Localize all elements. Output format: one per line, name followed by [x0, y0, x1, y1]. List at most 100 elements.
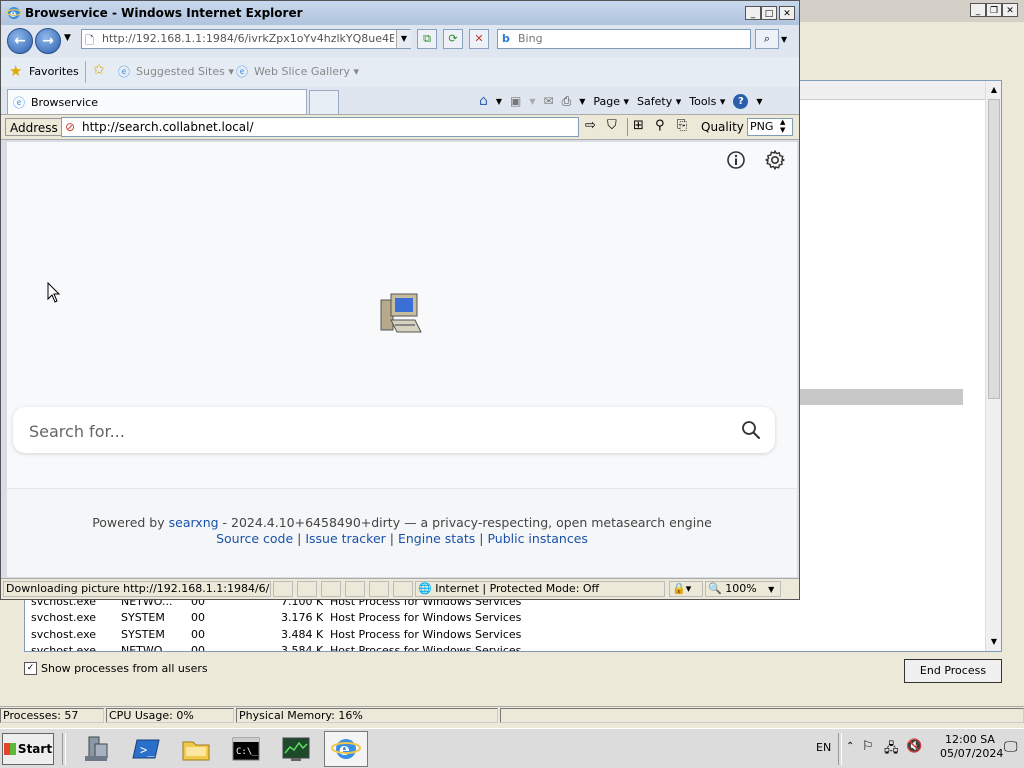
- ie-page-icon: ⓔ: [13, 96, 26, 110]
- close-icon[interactable]: ✕: [1002, 3, 1018, 17]
- refresh-icon[interactable]: ⟳: [443, 29, 463, 49]
- help-icon[interactable]: ?: [733, 93, 749, 109]
- insecure-icon: ⊘: [65, 120, 76, 134]
- search-input[interactable]: [27, 417, 711, 445]
- command-bar: ⌂ ▼ ▣ ▼ ✉ ⎙ ▼ Page ▾ Safety ▾ Tools ▾ ? …: [479, 91, 763, 111]
- maximize-icon[interactable]: □: [761, 6, 777, 20]
- tools-menu[interactable]: Tools ▾: [689, 95, 725, 108]
- process-list-scrollbar[interactable]: ▲ ▼: [985, 81, 1001, 651]
- protected-mode-lock-icon[interactable]: 🔒▾: [669, 581, 703, 597]
- restore-icon[interactable]: ❐: [986, 3, 1002, 17]
- process-memory: 3.176 K: [281, 611, 324, 624]
- forward-icon[interactable]: →: [35, 28, 61, 54]
- scroll-up-icon[interactable]: ▲: [987, 83, 1001, 97]
- favorites-button[interactable]: Favorites: [29, 65, 79, 78]
- powershell-icon[interactable]: >_: [124, 731, 168, 767]
- home-icon[interactable]: ⌂: [479, 93, 488, 109]
- command-prompt-icon[interactable]: C:\_: [224, 731, 268, 767]
- end-process-button[interactable]: End Process: [904, 659, 1002, 683]
- find-icon[interactable]: ⊞: [633, 118, 644, 133]
- bing-search-box[interactable]: b Bing: [497, 29, 751, 49]
- process-description: Host Process for Windows Services: [330, 611, 522, 624]
- web-slice-gallery-link[interactable]: Web Slice Gallery ▾: [254, 65, 359, 78]
- zoom-level: 100%: [725, 582, 757, 595]
- searxng-link[interactable]: searxng: [169, 515, 219, 530]
- address-bar[interactable]: 🗋 http://192.168.1.1:1984/6/ivrkZpx1oYv4…: [81, 29, 411, 49]
- spin-down-icon[interactable]: ▼: [780, 126, 785, 134]
- quality-select[interactable]: PNG ▲ ▼: [747, 118, 793, 136]
- settings-gear-icon[interactable]: [764, 149, 786, 171]
- feeds-dropdown-icon[interactable]: ▼: [529, 97, 535, 106]
- feeds-icon[interactable]: ▣: [510, 94, 521, 108]
- address-dropdown-icon[interactable]: ▼: [396, 30, 411, 48]
- clock-date: 05/07/2024: [940, 747, 1004, 760]
- public-instances-link[interactable]: Public instances: [487, 531, 587, 546]
- add-favorites-icon[interactable]: ✩: [93, 62, 105, 78]
- favorites-star-icon[interactable]: ★: [9, 62, 22, 80]
- print-dropdown-icon[interactable]: ▼: [579, 97, 585, 106]
- status-text: Downloading picture http://192.168.1.1:1…: [3, 581, 271, 597]
- home-dropdown-icon[interactable]: ▼: [496, 97, 502, 106]
- volume-muted-icon[interactable]: 🔇: [906, 739, 922, 754]
- taskbar-divider: [62, 733, 66, 765]
- binoculars-icon[interactable]: ⚲: [655, 118, 665, 133]
- issue-tracker-link[interactable]: Issue tracker: [305, 531, 386, 546]
- browservice-toolbar: Address ⊘ http://search.collabnet.local/…: [1, 114, 799, 140]
- language-indicator[interactable]: EN: [816, 741, 831, 754]
- zoom-dropdown-icon[interactable]: ▼: [768, 585, 774, 594]
- spin-up-icon[interactable]: ▲: [780, 118, 785, 126]
- show-desktop-icon[interactable]: 🖵: [1004, 739, 1018, 755]
- task-manager-icon[interactable]: [274, 731, 318, 767]
- mouse-cursor-icon: [47, 282, 61, 303]
- go-icon[interactable]: ⇨: [585, 118, 596, 133]
- address-url[interactable]: http://192.168.1.1:1984/6/ivrkZpx1oYv4hz…: [102, 32, 394, 45]
- inner-url[interactable]: http://search.collabnet.local/: [82, 120, 254, 134]
- read-mail-icon[interactable]: ✉: [544, 94, 554, 108]
- window-title: Browservice - Windows Internet Explorer: [25, 6, 303, 20]
- minimize-icon[interactable]: _: [745, 6, 761, 20]
- zoom-control[interactable]: 🔍 100% ▼: [705, 581, 781, 597]
- internet-explorer-icon[interactable]: e: [324, 731, 368, 767]
- ie-page-icon: ⓔ: [236, 65, 249, 79]
- scroll-down-icon[interactable]: ▼: [987, 635, 1001, 649]
- suggested-sites-link[interactable]: Suggested Sites ▾: [136, 65, 234, 78]
- bookmark-icon[interactable]: ⛉: [607, 118, 617, 133]
- server-manager-icon[interactable]: [74, 731, 118, 767]
- search-options-dropdown-icon[interactable]: ▼: [781, 35, 787, 44]
- source-code-link[interactable]: Source code: [216, 531, 293, 546]
- security-zone[interactable]: 🌐 Internet | Protected Mode: Off: [415, 581, 665, 597]
- chevron-up-icon[interactable]: ⌃: [846, 741, 854, 752]
- new-tab-button[interactable]: [309, 90, 339, 114]
- checkmark-icon[interactable]: ✓: [24, 661, 37, 675]
- back-icon[interactable]: ←: [7, 28, 33, 54]
- engine-stats-link[interactable]: Engine stats: [398, 531, 475, 546]
- tab-browservice[interactable]: ⓔ Browservice: [7, 89, 307, 114]
- minimize-icon[interactable]: _: [970, 3, 986, 17]
- stop-icon[interactable]: ✕: [469, 29, 489, 49]
- start-label: Start: [17, 742, 53, 756]
- network-icon[interactable]: 🖧: [884, 739, 899, 761]
- flag-icon[interactable]: ⚐: [862, 739, 874, 754]
- tray-divider: [838, 733, 842, 765]
- search-icon[interactable]: ⌕: [755, 29, 779, 49]
- explorer-folder-icon[interactable]: [174, 731, 218, 767]
- help-dropdown-icon[interactable]: ▼: [756, 97, 762, 106]
- safety-menu[interactable]: Safety ▾: [637, 95, 681, 108]
- clock[interactable]: 12:00 SA 05/07/2024: [940, 733, 1004, 761]
- show-all-processes-checkbox[interactable]: ✓ Show processes from all users: [24, 660, 208, 676]
- compatibility-view-icon[interactable]: ⧉: [417, 29, 437, 49]
- inner-address-field[interactable]: ⊘ http://search.collabnet.local/: [61, 117, 579, 137]
- clipboard-icon[interactable]: ⎘: [677, 118, 687, 133]
- scroll-thumb[interactable]: [988, 99, 1000, 399]
- search-icon[interactable]: [741, 420, 761, 440]
- page-menu[interactable]: Page ▾: [593, 95, 629, 108]
- start-button[interactable]: Start: [2, 733, 54, 765]
- print-icon[interactable]: ⎙: [562, 94, 572, 109]
- history-dropdown-icon[interactable]: ▼: [64, 33, 71, 43]
- close-icon[interactable]: ✕: [779, 6, 795, 20]
- ie-logo-icon: e: [6, 7, 22, 20]
- info-icon[interactable]: [726, 150, 746, 170]
- ie-titlebar: e Browservice - Windows Internet Explore…: [1, 1, 799, 25]
- search-placeholder: Bing: [518, 32, 543, 45]
- show-all-label: Show processes from all users: [41, 661, 208, 675]
